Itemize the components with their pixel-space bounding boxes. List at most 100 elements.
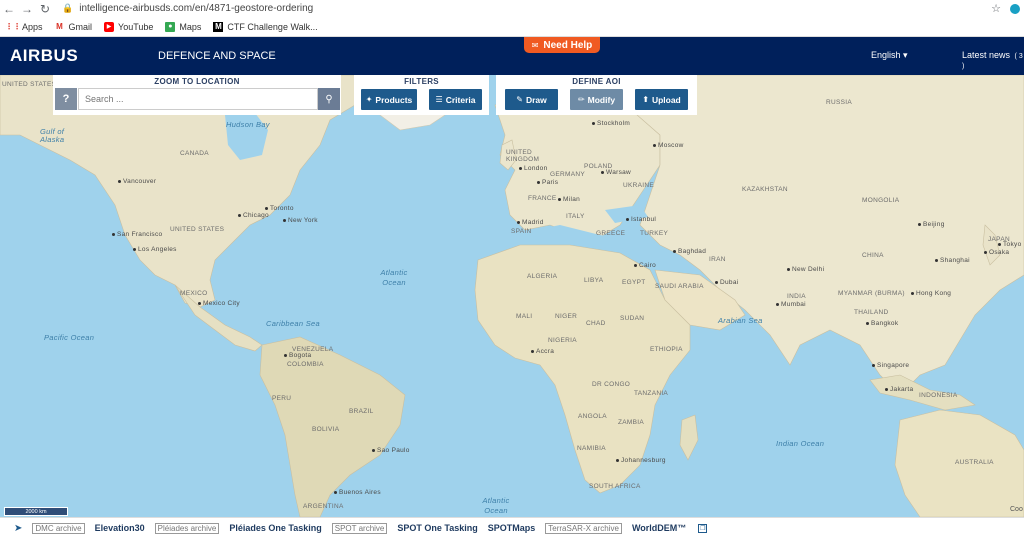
- latest-news-link[interactable]: Latest news ( 3 ): [962, 50, 1024, 70]
- bookmark-star-icon[interactable]: ☆: [988, 2, 1004, 15]
- product-worlddem[interactable]: WorldDEM™: [632, 523, 686, 533]
- gmail-icon: M: [56, 22, 63, 31]
- edit-icon: ✎: [516, 95, 523, 104]
- product-terrasar-x-archive[interactable]: TerraSAR-X archive: [545, 522, 622, 534]
- copy-icon[interactable]: ❐: [698, 523, 708, 533]
- map-label-city: Shanghai: [935, 257, 970, 264]
- product-pleiades-one-tasking[interactable]: Pléiades One Tasking: [229, 523, 321, 533]
- map-label-country: GREECE: [596, 230, 626, 237]
- define-aoi-panel: DEFINE AOI ✎ Draw ✏ Modify ⬆ Upload: [496, 75, 697, 115]
- map-label-country: MYANMAR (BURMA): [838, 290, 905, 297]
- map-label-country: ZAMBIA: [618, 419, 644, 426]
- profile-avatar[interactable]: [1010, 3, 1020, 14]
- product-spot-archive[interactable]: SPOT archive: [331, 522, 388, 534]
- filters-panel-title: FILTERS: [404, 77, 439, 86]
- satellite-icon[interactable]: ➤: [14, 523, 22, 534]
- language-selector[interactable]: English ▾: [871, 50, 908, 61]
- map-label-country: ALGERIA: [527, 273, 558, 280]
- map-label-city: Mexico City: [198, 300, 240, 307]
- maps-icon: ●: [165, 21, 176, 32]
- product-spot-one-tasking[interactable]: SPOT One Tasking: [397, 523, 477, 533]
- site-header: AIRBUS DEFENCE AND SPACE ✉ Need Help Eng…: [0, 37, 1024, 75]
- map-label-city: Jakarta: [885, 386, 913, 393]
- map-label-city: Mumbai: [776, 301, 806, 308]
- map-label-country: CANADA: [180, 150, 209, 157]
- map-attribution[interactable]: Coo: [1010, 506, 1023, 513]
- map-label-country: SPAIN: [511, 228, 532, 235]
- bookmark-ctf[interactable]: M CTF Challenge Walk...: [213, 21, 318, 32]
- map-label-city: Sao Paulo: [372, 447, 410, 454]
- medium-icon: M: [213, 21, 224, 32]
- map-label-ocean: Caribbean Sea: [266, 319, 320, 328]
- draw-button[interactable]: ✎ Draw: [505, 89, 558, 110]
- map-label-country: INDIA: [787, 293, 806, 300]
- map-label-country: DR CONGO: [592, 381, 631, 388]
- product-elevation30[interactable]: Elevation30: [95, 523, 145, 533]
- need-help-button[interactable]: ✉ Need Help: [524, 37, 600, 53]
- world-map[interactable]: UNITED STATES CANADA UNITED STATES MEXIC…: [0, 75, 1024, 517]
- pencil-icon: ✏: [577, 95, 585, 104]
- map-label-city: Moscow: [653, 142, 684, 149]
- map-label-country: BRAZIL: [349, 408, 374, 415]
- map-label-country: ARGENTINA: [303, 503, 344, 510]
- map-label-country: KAZAKHSTAN: [742, 186, 788, 193]
- map-label-city: Los Angeles: [133, 246, 177, 253]
- zoom-to-location-panel: ZOOM TO LOCATION ? ⚲: [53, 75, 341, 115]
- header-tagline: DEFENCE AND SPACE: [158, 50, 276, 62]
- map-label-city: Milan: [558, 196, 580, 203]
- satellite-icon: ✦: [365, 95, 373, 104]
- map-label-country: ETHIOPIA: [650, 346, 683, 353]
- product-pleiades-archive[interactable]: Pléiades archive: [154, 522, 220, 534]
- address-bar[interactable]: 🔒 intelligence-airbusds.com/en/4871-geos…: [62, 1, 988, 16]
- map-label-city: Bangkok: [866, 320, 898, 327]
- map-label-city: Chicago: [238, 212, 269, 219]
- forward-arrow-icon[interactable]: →: [18, 0, 36, 17]
- map-label-country: MALI: [516, 313, 533, 320]
- map-label-country: CHAD: [586, 320, 606, 327]
- criteria-button[interactable]: ☰ Criteria: [429, 89, 482, 110]
- map-label-city: Dubai: [715, 279, 738, 286]
- product-spotmaps[interactable]: SPOTMaps: [488, 523, 536, 533]
- map-label-city: Toronto: [265, 205, 294, 212]
- location-search-input[interactable]: [78, 88, 318, 110]
- aoi-panel-title: DEFINE AOI: [572, 77, 621, 86]
- map-scale-bar: 2000 km: [4, 507, 68, 516]
- map-label-country: MONGOLIA: [862, 197, 900, 204]
- reload-icon[interactable]: ↻: [36, 0, 54, 17]
- bookmark-maps[interactable]: ● Maps: [165, 21, 201, 32]
- map-label-city: London: [519, 165, 548, 172]
- map-label-city: New Delhi: [787, 266, 824, 273]
- map-label-country: RUSSIA: [826, 99, 853, 106]
- map-label-country: ANGOLA: [578, 413, 607, 420]
- bookmark-gmail[interactable]: M Gmail: [55, 22, 92, 32]
- back-arrow-icon[interactable]: ←: [0, 0, 18, 17]
- bookmark-apps[interactable]: ⋮⋮ Apps: [5, 22, 43, 32]
- search-button[interactable]: ⚲: [318, 88, 340, 110]
- map-label-country: UNITED KINGDOM: [506, 149, 540, 163]
- modify-button[interactable]: ✏ Modify: [570, 89, 623, 110]
- map-label-country: SAUDI ARABIA: [655, 283, 704, 290]
- map-label-city: Singapore: [872, 362, 909, 369]
- map-label-city: Istanbul: [626, 216, 656, 223]
- search-icon: ⚲: [325, 93, 333, 105]
- lock-icon: 🔒: [62, 3, 74, 13]
- bookmarks-bar: ⋮⋮ Apps M Gmail ▶ YouTube ● Maps M CTF C…: [0, 17, 1024, 37]
- airbus-logo[interactable]: AIRBUS: [10, 46, 150, 66]
- map-label-city: Osaka: [984, 249, 1009, 256]
- products-button[interactable]: ✦ Products: [361, 89, 417, 110]
- apps-grid-icon: ⋮⋮: [5, 22, 21, 31]
- bookmark-youtube[interactable]: ▶ YouTube: [104, 21, 153, 32]
- map-label-city: Cairo: [634, 262, 656, 269]
- map-label-ocean: Gulf of Alaska: [40, 127, 65, 144]
- map-label-country: THAILAND: [854, 309, 889, 316]
- product-dmc-archive[interactable]: DMC archive: [32, 522, 85, 534]
- map-label-city: Baghdad: [673, 248, 706, 255]
- map-label-city: Hong Kong: [911, 290, 951, 297]
- map-label-ocean: Hudson Bay: [226, 120, 270, 129]
- upload-button[interactable]: ⬆ Upload: [635, 89, 688, 110]
- map-label-city: San Francisco: [112, 231, 162, 238]
- map-label-country: BOLIVIA: [312, 426, 340, 433]
- map-label-country: NIGER: [555, 313, 578, 320]
- help-question-button[interactable]: ?: [55, 88, 77, 110]
- map-label-country: INDONESIA: [919, 392, 958, 399]
